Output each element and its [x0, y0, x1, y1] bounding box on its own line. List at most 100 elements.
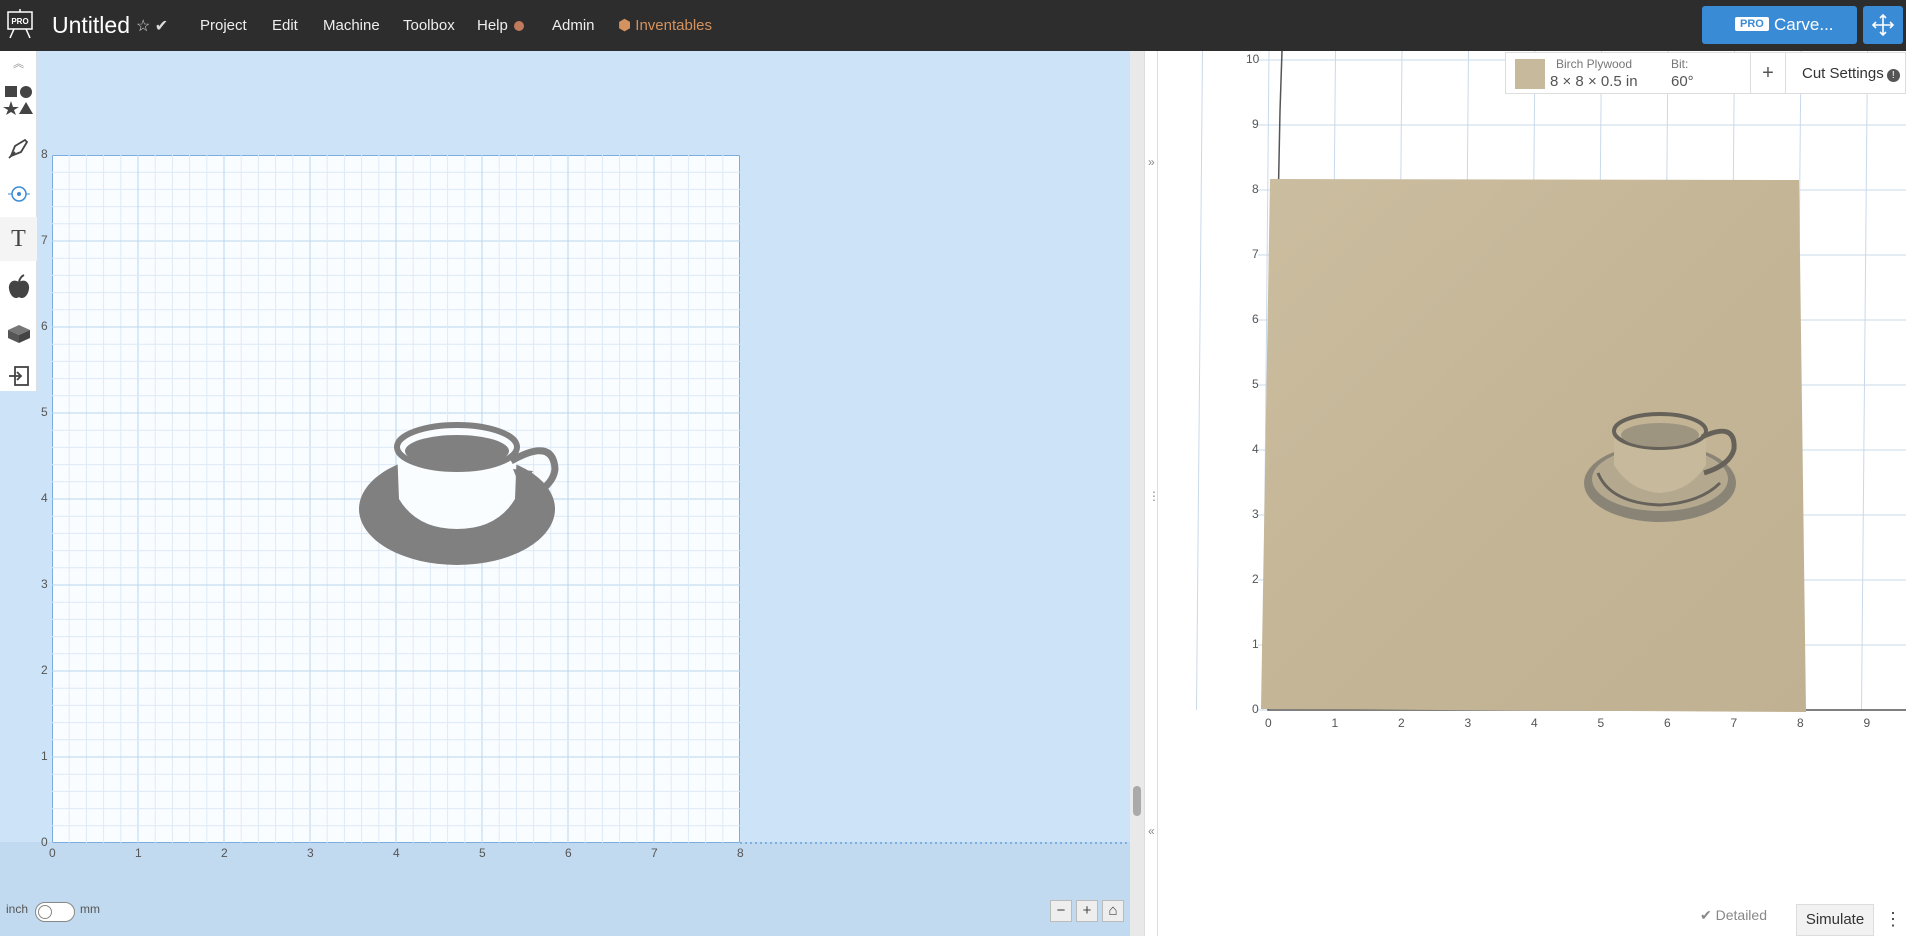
detailed-toggle[interactable]: ✔ Detailed: [1700, 907, 1767, 924]
y-axis-tick-label: 4: [41, 491, 48, 505]
preview-y-tick-label: 4: [1252, 442, 1259, 456]
material-swatch[interactable]: [1515, 59, 1545, 89]
material-name[interactable]: Birch Plywood: [1556, 57, 1632, 71]
text-tool[interactable]: T: [0, 217, 37, 261]
teacup-shape[interactable]: [359, 422, 559, 565]
toggle-knob: [38, 905, 52, 919]
document-title[interactable]: Untitled: [52, 12, 130, 39]
pen-nib-icon: [7, 138, 28, 159]
carve-label: Carve...: [1774, 15, 1834, 34]
x-axis-tick-label: 0: [49, 846, 56, 860]
chevron-up-icon: ︽: [13, 58, 24, 70]
preview-y-tick-label: 5: [1252, 377, 1259, 391]
menu-inventables-label: Inventables: [635, 17, 713, 34]
fullscreen-button[interactable]: [1863, 6, 1903, 44]
shapes-tool[interactable]: [0, 77, 37, 121]
canvas-grid: [52, 155, 740, 843]
y-axis-tick-label: 2: [41, 663, 48, 677]
carve-button[interactable]: PRO Carve...: [1702, 6, 1857, 44]
apps-tool[interactable]: [0, 313, 37, 353]
preview-x-tick-label: 8: [1797, 716, 1804, 730]
preview-x-tick-label: 6: [1664, 716, 1671, 730]
preview-x-tick-label: 3: [1464, 716, 1472, 730]
more-options-button[interactable]: ⋮: [1880, 904, 1906, 936]
checkmark-icon: ✔: [154, 18, 169, 35]
preview-x-tick-label: 4: [1531, 716, 1538, 730]
star-icon[interactable]: ☆: [136, 18, 150, 35]
app-root: PRO Untitled ☆ ✔ Project Edit Machine To…: [0, 0, 1906, 936]
logo-badge: PRO: [11, 17, 28, 26]
preview-y-tick-label: 0: [1252, 702, 1259, 716]
expand-right-icon[interactable]: »: [1148, 155, 1155, 169]
menu-help[interactable]: Help: [477, 0, 524, 51]
x-axis-tick-label: 2: [221, 846, 228, 860]
easel-logo-icon[interactable]: PRO: [4, 8, 36, 40]
preview-x-tick-label: 2: [1398, 716, 1405, 730]
menu-project[interactable]: Project: [200, 0, 247, 51]
shapes-icon: [2, 86, 33, 115]
menu-inventables[interactable]: ⬢ Inventables: [618, 0, 712, 51]
pro-badge: PRO: [1735, 17, 1769, 31]
menu-help-label: Help: [477, 17, 508, 34]
home-view-button[interactable]: ⌂: [1102, 900, 1124, 922]
menu-admin[interactable]: Admin: [552, 0, 595, 51]
import-tool[interactable]: [0, 357, 37, 395]
cut-settings-label: Cut Settings: [1802, 65, 1884, 82]
collapse-left-icon[interactable]: «: [1148, 824, 1155, 838]
panel-divider[interactable]: » ⋮ «: [1144, 51, 1160, 936]
preview-y-tick-label: 3: [1252, 507, 1259, 521]
material-panel: Birch Plywood 8 × 8 × 0.5 in Bit: 60° + …: [1505, 52, 1906, 94]
expand-arrows-icon: [1871, 13, 1895, 37]
zoom-in-button[interactable]: +: [1076, 900, 1098, 922]
zoom-out-button[interactable]: −: [1050, 900, 1072, 922]
cut-settings-button[interactable]: Cut Settings!: [1802, 65, 1900, 82]
x-axis-tick-label: 8: [737, 846, 744, 860]
unit-inch-label: inch: [6, 902, 29, 916]
menu-edit[interactable]: Edit: [272, 0, 298, 51]
3d-preview-panel[interactable]: [1158, 51, 1906, 936]
x-axis-tick-label: 5: [479, 846, 486, 860]
crosshair-icon: [7, 186, 30, 202]
text-t-icon: T: [11, 225, 26, 252]
scrollbar-thumb[interactable]: [1133, 786, 1141, 816]
collapse-toolbar-button[interactable]: ︽: [0, 53, 37, 73]
menu-toolbox[interactable]: Toolbox: [403, 0, 455, 51]
y-axis-tick-label: 7: [41, 233, 48, 247]
x-axis-tick-label: 3: [307, 846, 314, 860]
menu-machine[interactable]: Machine: [323, 0, 380, 51]
wood-board: [1261, 179, 1806, 712]
inventables-hexagon-icon: ⬢: [618, 17, 632, 34]
simulate-button[interactable]: Simulate: [1796, 904, 1874, 936]
preview-grid-line: [1196, 51, 1203, 711]
3d-box-icon: [7, 325, 30, 343]
bit-value[interactable]: 60°: [1671, 73, 1694, 90]
y-axis-tick-label: 8: [41, 147, 48, 161]
zoom-controls: − + ⌂: [1050, 900, 1124, 922]
y-axis-tick-label: 1: [41, 749, 48, 763]
top-bar: PRO Untitled ☆ ✔ Project Edit Machine To…: [0, 0, 1906, 51]
y-axis-tick-label: 6: [41, 319, 48, 333]
x-axis-tick-label: 1: [135, 846, 142, 860]
y-axis-tick-label: 3: [41, 577, 48, 591]
preview-x-tick-label: 7: [1730, 716, 1738, 730]
preview-x-tick-label: 9: [1863, 716, 1871, 730]
icons-tool[interactable]: [0, 267, 37, 307]
point-tool[interactable]: [0, 175, 37, 213]
bit-label: Bit:: [1671, 57, 1689, 71]
add-bit-button[interactable]: +: [1750, 53, 1786, 93]
x-axis-tick-label: 6: [565, 846, 572, 860]
x-axis-tick-label: 7: [651, 846, 658, 860]
preview-y-tick-label: 1: [1252, 637, 1259, 651]
import-icon: [8, 366, 29, 386]
preview-grid-line: [1861, 51, 1868, 711]
x-axis-tick-label: 4: [393, 846, 400, 860]
preview-x-tick-label: 1: [1331, 716, 1339, 730]
material-dimensions[interactable]: 8 × 8 × 0.5 in: [1550, 73, 1638, 90]
pen-tool[interactable]: [0, 129, 37, 167]
y-axis-tick-label: 5: [41, 405, 48, 419]
preview-scene: [1196, 51, 1906, 712]
preview-x-tick-label: 0: [1265, 716, 1272, 730]
unit-toggle-switch[interactable]: [35, 902, 75, 922]
preview-y-tick-label: 7: [1252, 247, 1259, 261]
preview-y-tick-label: 2: [1252, 572, 1259, 586]
